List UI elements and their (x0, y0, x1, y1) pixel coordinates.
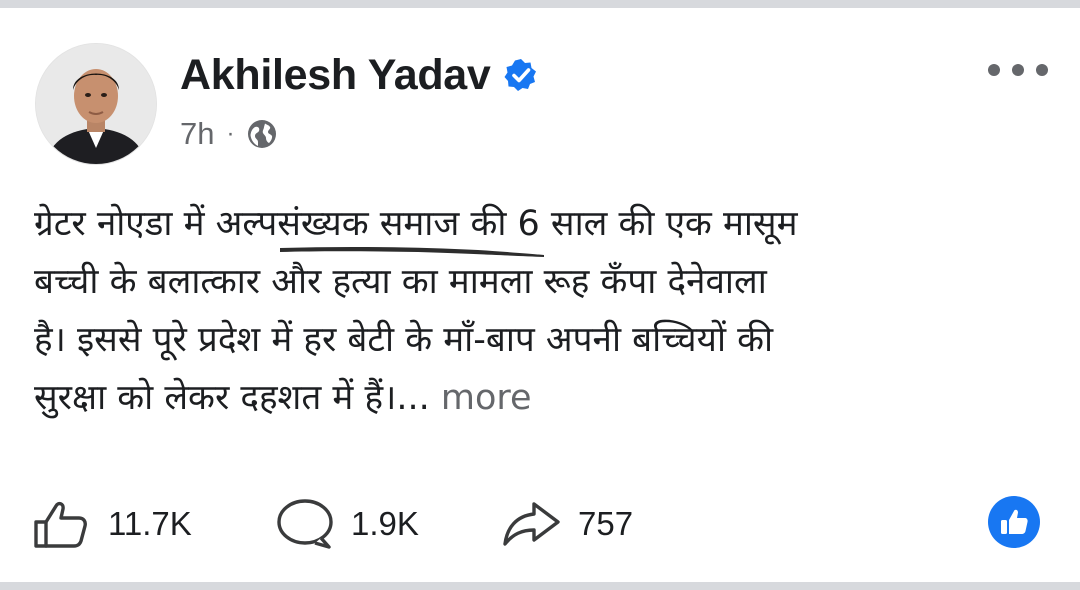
see-more-link[interactable]: more (441, 378, 532, 418)
bottom-divider (0, 582, 1080, 590)
post-text: ग्रेटर नोएडा में अल्पसंख्यक समाज की 6 सा… (34, 195, 1054, 427)
menu-dot (1012, 64, 1024, 76)
globe-icon[interactable] (246, 118, 278, 150)
like-reaction-icon[interactable] (988, 496, 1040, 548)
author-name[interactable]: Akhilesh Yadav (180, 51, 491, 100)
more-options-icon[interactable] (988, 58, 1048, 82)
highlight-underline-mark (280, 246, 544, 257)
share-count: 757 (578, 505, 634, 542)
post-text-line: है। इससे पूरे प्रदेश में हर बेटी के माँ-… (34, 320, 774, 360)
post-actions: 11.7K 1.9K 757 (30, 498, 1050, 550)
author-row: Akhilesh Yadav (180, 50, 539, 100)
like-button[interactable]: 11.7K (30, 498, 192, 550)
post-text-line: बच्ची के बलात्कार और हत्या का मामला रूह … (34, 262, 767, 302)
menu-dot (988, 64, 1000, 76)
comment-button[interactable]: 1.9K (273, 498, 419, 550)
meta-separator: · (226, 120, 235, 147)
post-time[interactable]: 7h (180, 116, 214, 152)
thumbs-up-icon (34, 501, 87, 548)
avatar[interactable] (36, 44, 156, 164)
post-meta: 7h · (180, 112, 278, 156)
avatar-photo (36, 44, 156, 164)
menu-dot (1036, 64, 1048, 76)
post-text-last: सुरक्षा को लेकर दहशत में हैं।... (34, 378, 430, 418)
like-count: 11.7K (108, 505, 192, 542)
reaction-thumb-icon (1001, 509, 1028, 534)
post-text-line: सुरक्षा को लेकर दहशत में हैं।... more (34, 369, 1054, 427)
top-divider (0, 0, 1080, 8)
verified-badge-icon (504, 59, 536, 91)
comment-count: 1.9K (351, 505, 419, 542)
share-arrow-icon (503, 502, 560, 546)
comment-bubble-icon (277, 499, 333, 549)
share-button[interactable]: 757 (500, 498, 633, 550)
